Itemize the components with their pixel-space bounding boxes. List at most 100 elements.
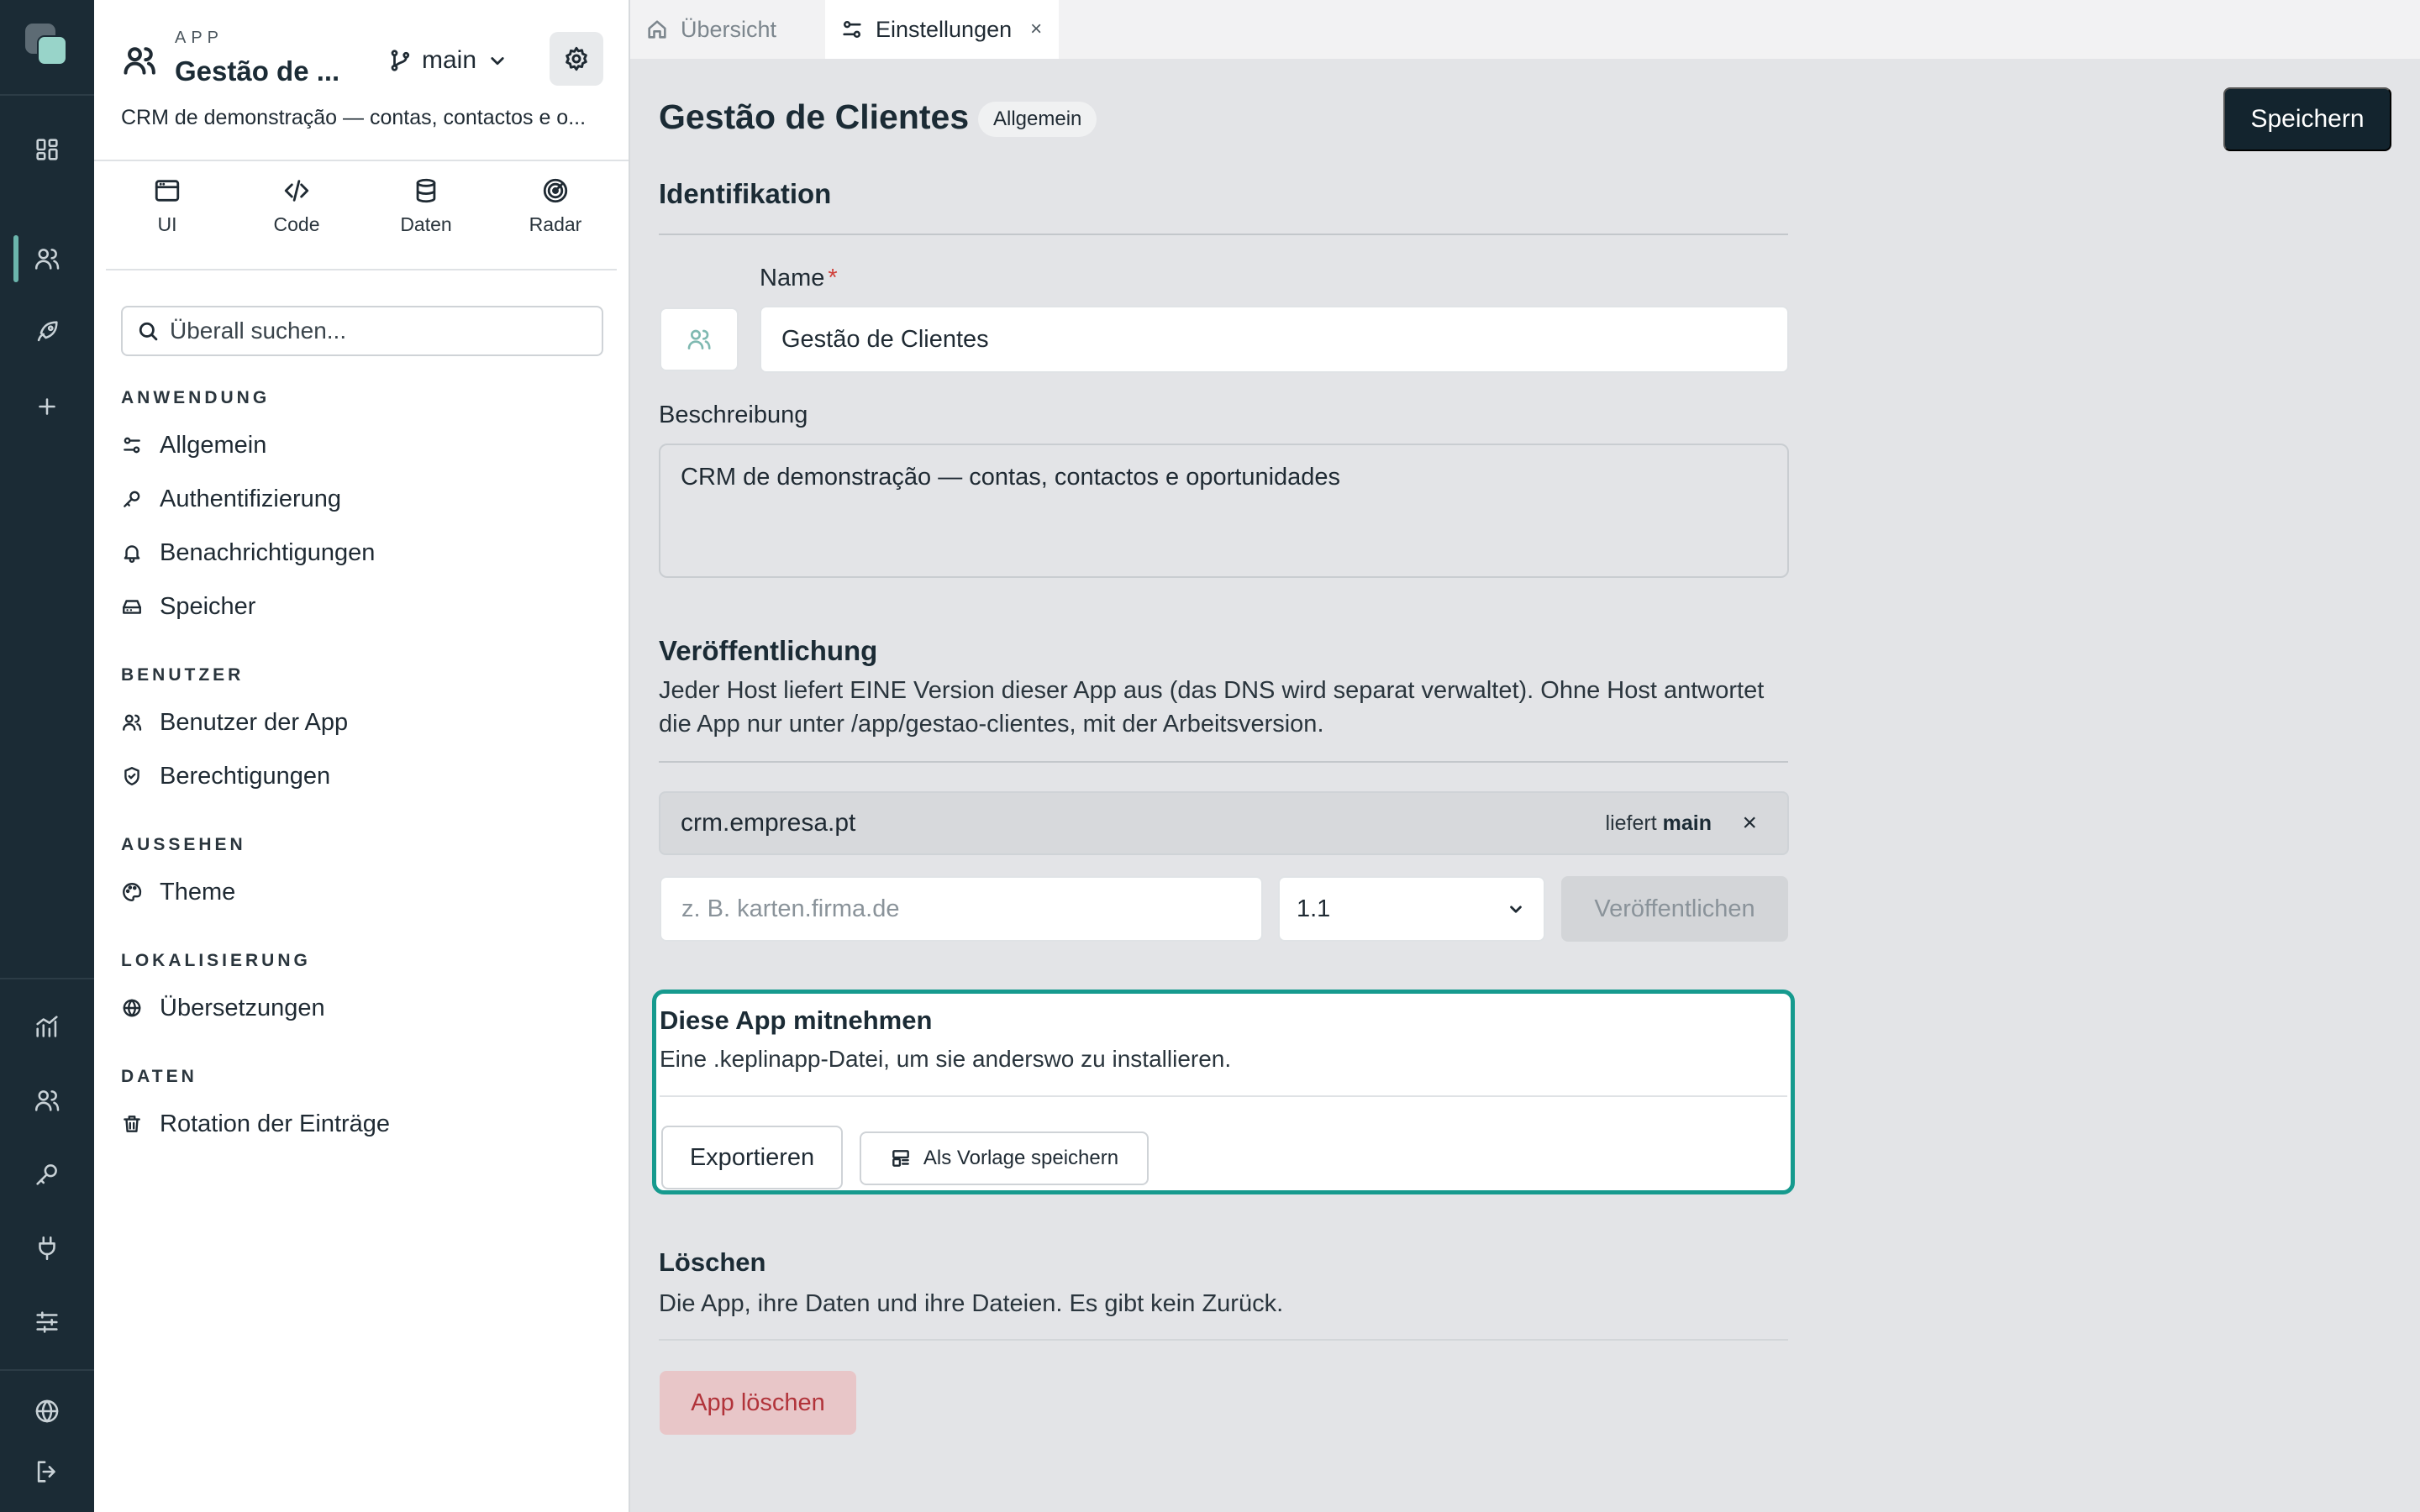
sidebar-item-label: Berechtigungen [160, 762, 331, 790]
branch-label: main [422, 46, 477, 74]
export-card: Diese App mitnehmen Eine .keplinapp-Date… [652, 990, 1795, 1194]
sidebar-item-label: Authentifizierung [160, 485, 342, 512]
export-text: Eine .keplinapp-Datei, um sie anderswo z… [660, 1046, 1232, 1072]
app-settings-button[interactable] [550, 32, 603, 86]
plus-icon[interactable] [30, 390, 64, 423]
host-name: crm.empresa.pt [681, 809, 856, 837]
tab-bar: Übersicht Einstellungen × [630, 0, 2420, 59]
sidebar-item-benutzer-der-app[interactable]: Benutzer der App [121, 704, 348, 741]
icon-rail [0, 0, 94, 1512]
plug-icon[interactable] [30, 1231, 64, 1265]
search-icon [139, 322, 158, 341]
publish-button[interactable]: Veröffentlichen [1561, 876, 1788, 942]
window-icon [155, 180, 180, 202]
users-icon[interactable] [30, 242, 64, 276]
identification-heading: Identifikation [659, 178, 832, 209]
branch-selector[interactable]: main [388, 44, 510, 77]
database-icon [416, 178, 436, 203]
global-search[interactable] [121, 306, 603, 356]
gear-icon [566, 46, 587, 71]
sidebar-item-uebersetzungen[interactable]: Übersetzungen [121, 990, 325, 1026]
sidebar-item-label: Übersetzungen [160, 994, 325, 1021]
chevron-down-icon [1510, 906, 1522, 913]
app-description: CRM de demonstração — contas, contactos … [121, 106, 587, 129]
key-icon[interactable] [30, 1158, 64, 1191]
mode-switcher: UI Code Daten Radar [103, 176, 620, 236]
remove-host-icon[interactable]: × [1742, 809, 1757, 837]
sidebar-item-label: Allgemein [160, 431, 267, 459]
section-heading-aussehen: AUSSEHEN [121, 835, 246, 854]
app-icon-picker[interactable] [660, 307, 739, 371]
sidebar-item-authentifizierung[interactable]: Authentifizierung [121, 480, 341, 517]
mode-ui[interactable]: UI [103, 176, 232, 236]
save-button[interactable]: Speichern [2223, 87, 2391, 151]
active-indicator [13, 235, 18, 282]
logout-icon[interactable] [30, 1455, 64, 1488]
logo-icon[interactable] [25, 24, 69, 67]
bell-icon [124, 545, 140, 563]
host-row: crm.empresa.pt liefert main × [659, 791, 1789, 855]
name-field[interactable]: Gestão de Clientes [760, 306, 1789, 373]
export-button[interactable]: Exportieren [661, 1126, 843, 1189]
new-host-input[interactable] [660, 876, 1263, 942]
users-icon [687, 329, 711, 349]
delete-text: Die App, ihre Daten und ihre Dateien. Es… [659, 1290, 1284, 1317]
delete-app-button[interactable]: App löschen [660, 1371, 856, 1435]
trash-icon [124, 1116, 140, 1132]
sidebar-item-speicher[interactable]: Speicher [121, 588, 255, 625]
description-label: Beschreibung [659, 402, 808, 428]
template-icon [892, 1150, 909, 1167]
publishing-heading: Veröffentlichung [659, 635, 878, 666]
mode-label: Daten [400, 213, 452, 235]
page-title: Gestão de Clientes [659, 97, 970, 136]
settings-sliders-icon[interactable] [30, 1305, 64, 1339]
app-name: Gestão de ... [175, 55, 340, 87]
save-as-template-button[interactable]: Als Vorlage speichern [860, 1131, 1149, 1185]
app-sidebar: APP Gestão de ... main CRM de demonstraç… [94, 0, 630, 1512]
team-icon[interactable] [30, 1084, 64, 1117]
description-value: CRM de demonstração — contas, contactos … [681, 464, 1341, 491]
sidebar-item-label: Rotation der Einträge [160, 1110, 391, 1137]
mode-code[interactable]: Code [232, 176, 361, 236]
tab-uebersicht[interactable]: Übersicht [630, 0, 825, 59]
radar-icon [543, 178, 568, 203]
tab-label: Einstellungen [876, 16, 1013, 42]
palette-icon [123, 883, 142, 901]
mode-radar[interactable]: Radar [491, 176, 620, 236]
sidebar-item-rotation[interactable]: Rotation der Einträge [121, 1105, 390, 1142]
sliders-icon [124, 437, 140, 454]
version-select[interactable]: 1.1 [1278, 876, 1545, 942]
description-field[interactable]: CRM de demonstração — contas, contactos … [659, 444, 1789, 578]
rocket-icon[interactable] [30, 315, 64, 349]
sidebar-item-allgemein[interactable]: Allgemein [121, 427, 266, 464]
tab-label: Übersicht [681, 16, 777, 42]
sidebar-item-theme[interactable]: Theme [121, 874, 235, 911]
name-label: Name * [760, 265, 838, 292]
search-input[interactable] [170, 318, 573, 344]
dashboard-icon[interactable] [30, 133, 64, 166]
serves-branch: main [1662, 811, 1712, 835]
tab-einstellungen[interactable]: Einstellungen × [825, 0, 1059, 59]
delete-heading: Löschen [659, 1247, 766, 1277]
template-label: Als Vorlage speichern [923, 1147, 1119, 1169]
export-heading: Diese App mitnehmen [660, 1005, 933, 1035]
sidebar-item-benachrichtigungen[interactable]: Benachrichtigungen [121, 534, 375, 571]
tab-close-icon[interactable]: × [1030, 18, 1042, 41]
mode-label: UI [157, 213, 177, 235]
sidebar-item-label: Benachrichtigungen [160, 538, 376, 566]
shield-icon [124, 767, 139, 785]
sidebar-item-label: Theme [160, 878, 236, 906]
version-value: 1.1 [1297, 895, 1331, 922]
home-icon [648, 20, 666, 39]
mode-data[interactable]: Daten [361, 176, 491, 236]
host-serves: liefert main [1606, 811, 1712, 836]
globe-icon[interactable] [30, 1394, 64, 1428]
sidebar-item-berechtigungen[interactable]: Berechtigungen [121, 758, 330, 795]
section-heading-anwendung: ANWENDUNG [121, 388, 271, 407]
globe-icon [123, 999, 141, 1017]
sidebar-item-label: Speicher [160, 592, 256, 620]
chevron-down-icon [491, 57, 504, 66]
publishing-text: Jeder Host liefert EINE Version dieser A… [659, 677, 1765, 738]
mode-label: Radar [529, 213, 582, 235]
analytics-icon[interactable] [30, 1010, 64, 1043]
